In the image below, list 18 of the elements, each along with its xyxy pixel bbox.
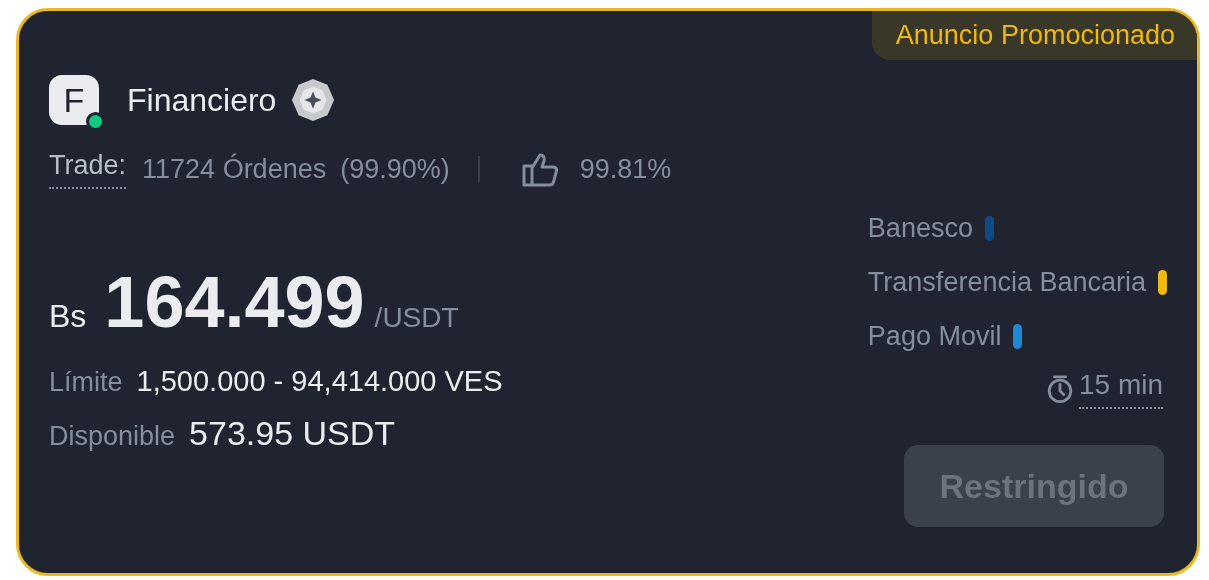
payment-method: Banesco [867,212,973,244]
price-unit: /USDT [374,302,459,334]
available-label: Disponible [49,421,176,452]
available-value: 573.95 USDT [189,414,396,453]
price: 164.499 [104,261,365,343]
payment-method: Pago Movil [867,320,1002,352]
trade-label[interactable]: Trade: [49,149,127,189]
order-count: 11724 Órdenes [142,153,327,185]
currency: Bs [49,298,87,335]
advertiser-name[interactable]: Financiero [127,81,277,119]
time-limit[interactable]: 15 min [1078,369,1163,409]
merchant-badge-icon [290,77,337,123]
limit-label: Límite [49,367,123,398]
rating: 99.81% [579,153,672,185]
payment-method: Transferencia Bancaria [867,266,1146,298]
completion-rate: (99.90%) [340,153,450,185]
promo-badge: Anuncio Promocionado [871,11,1197,60]
limit-value: 1,500.000 - 94,414.000 VES [136,365,503,398]
